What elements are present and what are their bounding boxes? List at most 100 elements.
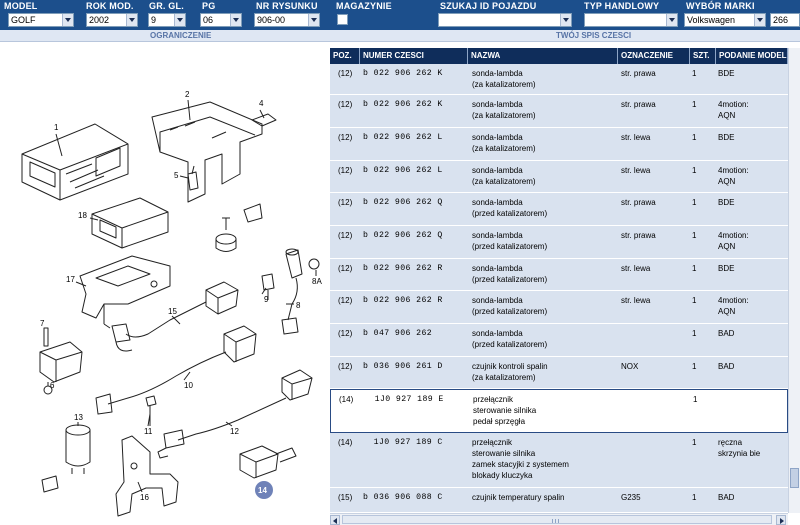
callout-13: 13 <box>74 413 83 422</box>
col-szt[interactable]: SZT. <box>690 48 716 64</box>
marka-value: Volkswagen <box>687 15 736 25</box>
table-row[interactable]: (12) b 036 906 261 D czujnik kontroli spal… <box>330 357 788 389</box>
cell-szt: 1 <box>692 231 697 240</box>
horizontal-scrollbar[interactable] <box>330 513 788 525</box>
cell-naz: sonda-lambda (za katalizatorem) <box>472 133 536 153</box>
cell-poz: (12) <box>338 231 353 240</box>
table-row[interactable]: (14) 1J0 927 189 C przełącznik sterowanie… <box>330 433 788 488</box>
cell-naz: sonda-lambda (przed katalizatorem) <box>472 264 548 284</box>
table-row[interactable]: (12) b 022 906 262 R sonda-lambda (przed k… <box>330 259 788 291</box>
cell-naz: czujnik kontroli spalin (za katalizatore… <box>472 362 548 382</box>
pg-select[interactable]: 06 <box>200 13 242 27</box>
cell-ozn: str. prawa <box>621 69 656 78</box>
callout-15: 15 <box>168 307 177 316</box>
vertical-scroll-thumb[interactable] <box>790 468 799 488</box>
cell-szt: 1 <box>692 69 697 78</box>
callout-8: 8 <box>296 301 301 310</box>
cell-ozn: G235 <box>621 493 641 502</box>
cell-pod: 4motion: AQN <box>718 100 749 120</box>
cell-szt: 1 <box>692 493 697 502</box>
cell-pod: 4motion: AQN <box>718 166 749 186</box>
cell-szt: 1 <box>692 133 697 142</box>
table-row[interactable]: (12) b 022 906 262 K sonda-lambda (za kata… <box>330 64 788 95</box>
callout-17: 17 <box>66 275 75 284</box>
cell-num: b 022 906 262 L <box>363 133 443 142</box>
marka-select[interactable]: Volkswagen <box>684 13 766 27</box>
cell-szt: 1 <box>692 198 697 207</box>
typ-label: TYP HANDLOWY <box>584 1 660 11</box>
mag-label: MAGAZYNIE <box>336 1 392 11</box>
section-bar: OGRANICZENIE TWÓJ SPIS CZESCI <box>0 30 800 42</box>
parts-diagram: 1 2 4 5 18 17 9 8 8A 7 15 6 10 11 12 13 … <box>0 42 330 525</box>
col-podanie[interactable]: PODANIE MODELU <box>716 48 788 64</box>
gr-select[interactable]: 9 <box>148 13 186 27</box>
model-select[interactable]: GOLF <box>8 13 74 27</box>
col-nazwa[interactable]: NAZWA <box>468 48 618 64</box>
chevron-down-icon <box>560 14 571 26</box>
szukaj-select[interactable] <box>438 13 572 27</box>
callout-7: 7 <box>40 319 45 328</box>
table-row[interactable]: (12) b 047 906 262 sonda-lambda (przed kat… <box>330 324 788 357</box>
cell-num: b 022 906 262 Q <box>363 198 443 207</box>
cell-pod: ręczna skrzynia bie <box>718 438 761 458</box>
cell-poz: (12) <box>338 264 353 273</box>
cell-ozn: NOX <box>621 362 639 371</box>
table-row[interactable]: (14) 1J0 927 189 E przełącznik sterowanie… <box>330 389 788 433</box>
rok-label: ROK MOD. <box>86 1 134 11</box>
cell-pod: BAD <box>718 329 735 338</box>
chevron-down-icon <box>230 14 241 26</box>
count-field[interactable]: 266 <box>770 13 800 27</box>
parts-diagram-drawing: 1 2 4 5 18 17 9 8 8A 7 15 6 10 11 12 13 … <box>21 90 322 517</box>
cell-naz: sonda-lambda (za katalizatorem) <box>472 166 536 186</box>
vertical-scrollbar[interactable] <box>788 48 800 513</box>
cell-naz: przełącznik sterowanie silnika zamek sta… <box>472 438 569 480</box>
cell-pod: BDE <box>718 69 735 78</box>
cell-naz: sonda-lambda (za katalizatorem) <box>472 100 536 120</box>
callout-14-highlight[interactable]: 14 <box>255 481 273 499</box>
rok-select[interactable]: 2002 <box>86 13 138 27</box>
scroll-right-icon[interactable] <box>776 515 786 525</box>
cell-szt: 1 <box>692 100 697 109</box>
callout-5: 5 <box>174 171 179 180</box>
parts-table: POZ. NUMER CZESCI NAZWA OZNACZENIE SZT. … <box>330 48 788 513</box>
callout-18: 18 <box>78 211 87 220</box>
cell-poz: (12) <box>338 329 353 338</box>
table-row[interactable]: (12) b 022 906 262 L sonda-lambda (za kata… <box>330 161 788 193</box>
callout-8a: 8A <box>312 277 322 286</box>
col-oznaczenie[interactable]: OZNACZENIE <box>618 48 690 64</box>
szukaj-label: SZUKAJ ID POJAZDU <box>440 1 537 11</box>
model-label: MODEL <box>4 1 38 11</box>
cell-ozn: str. lewa <box>621 133 651 142</box>
callout-11: 11 <box>144 427 153 436</box>
cell-naz: przełącznik sterowanie silnika pedał spr… <box>473 395 537 426</box>
cell-num: 1J0 927 189 C <box>363 438 443 447</box>
cell-poz: (14) <box>338 438 353 447</box>
callout-4: 4 <box>259 99 264 108</box>
table-row[interactable]: (15) b 036 906 088 C czujnik temperatury s… <box>330 488 788 513</box>
callout-16: 16 <box>140 493 149 502</box>
pg-value: 06 <box>203 15 214 25</box>
cell-szt: 1 <box>692 264 697 273</box>
table-row[interactable]: (12) b 022 906 262 K sonda-lambda (za kata… <box>330 95 788 128</box>
cell-pod: BDE <box>718 133 735 142</box>
magazynie-checkbox[interactable] <box>337 14 348 25</box>
table-row[interactable]: (12) b 022 906 262 Q sonda-lambda (przed k… <box>330 226 788 259</box>
cell-pod: 4motion: AQN <box>718 296 749 316</box>
col-poz[interactable]: POZ. <box>330 48 360 64</box>
callout-10: 10 <box>184 381 193 390</box>
cell-pod: BDE <box>718 264 735 273</box>
table-row[interactable]: (12) b 022 906 262 R sonda-lambda (przed k… <box>330 291 788 324</box>
table-row[interactable]: (12) b 022 906 262 L sonda-lambda (za kata… <box>330 128 788 161</box>
cell-ozn: str. lewa <box>621 296 651 305</box>
col-numer[interactable]: NUMER CZESCI <box>360 48 468 64</box>
scroll-left-icon[interactable] <box>330 515 340 525</box>
cell-num: b 022 906 262 R <box>363 264 443 273</box>
rok-value: 2002 <box>89 15 110 25</box>
rys-select[interactable]: 906-00 <box>254 13 320 27</box>
typ-select[interactable] <box>584 13 678 27</box>
callout-9: 9 <box>264 295 269 304</box>
cell-num: b 022 906 262 Q <box>363 231 443 240</box>
table-row[interactable]: (12) b 022 906 262 Q sonda-lambda (przed k… <box>330 193 788 226</box>
horizontal-scroll-thumb[interactable] <box>342 515 772 524</box>
cell-poz: (14) <box>339 395 354 404</box>
